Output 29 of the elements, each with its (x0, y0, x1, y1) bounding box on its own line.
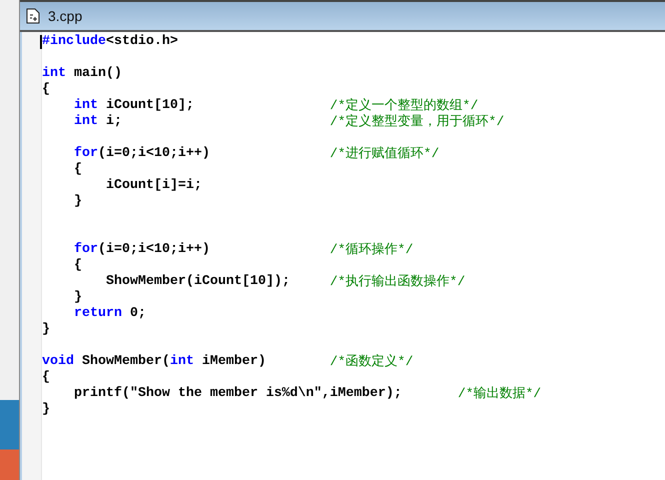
code-comment: /*定义一个整型的数组*/ (330, 98, 478, 114)
code-line: printf("Show the member is%d\n",iMember); (74, 386, 402, 402)
code-line: { (74, 258, 82, 274)
code-line: } (42, 322, 50, 338)
code-line: } (74, 194, 82, 210)
code-line: void ShowMember(int iMember) (42, 354, 266, 370)
window-title: 3.cpp (48, 6, 82, 26)
code-line: } (74, 290, 82, 306)
code-line: int main() (42, 66, 122, 82)
code-line: } (42, 402, 50, 418)
code-comment: /*执行输出函数操作*/ (330, 274, 466, 290)
code-line: { (42, 370, 50, 386)
code-line: for(i=0;i<10;i++) (74, 242, 210, 258)
text-cursor (40, 35, 42, 49)
code-line: iCount[i]=i; (106, 178, 202, 194)
code-line: return 0; (74, 306, 146, 322)
code-comment: /*进行赋值循环*/ (330, 146, 440, 162)
code-line: { (42, 82, 50, 98)
code-line: int i; (74, 114, 122, 130)
code-line: for(i=0;i<10;i++) (74, 146, 210, 162)
code-line: ShowMember(iCount[10]); (106, 274, 290, 290)
code-comment: /*循环操作*/ (330, 242, 414, 258)
code-comment: /*函数定义*/ (330, 354, 414, 370)
code-line: { (74, 162, 82, 178)
code-line: #include<stdio.h> (42, 34, 178, 50)
code-comment: /*输出数据*/ (458, 386, 542, 402)
code-comment: /*定义整型变量，用于循环*/ (330, 114, 504, 130)
code-line: int iCount[10]; (74, 98, 194, 114)
file-icon (26, 8, 40, 24)
